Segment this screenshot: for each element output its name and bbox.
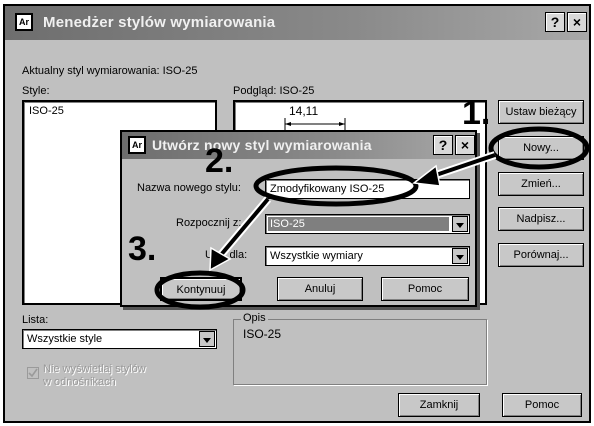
styles-label: Style:	[22, 85, 50, 97]
compare-button[interactable]: Porównaj...	[498, 243, 584, 267]
app-icon: Ar	[15, 13, 33, 31]
start-with-label: Rozpocznij z:	[176, 217, 242, 229]
dialog-help-button[interactable]: Pomoc	[381, 277, 469, 301]
modify-button[interactable]: Zmień...	[498, 172, 584, 196]
new-button[interactable]: Nowy...	[498, 136, 584, 160]
dialog-close-icon[interactable]: ×	[455, 135, 475, 155]
list-label: Lista:	[22, 314, 49, 326]
dialog-help-icon[interactable]: ?	[433, 135, 453, 155]
dialog-title: Utwórz nowy styl wymiarowania	[152, 137, 372, 153]
new-style-name-value: Zmodyfikowany ISO-25	[270, 183, 385, 195]
close-button[interactable]: Zamknij	[398, 393, 480, 417]
list-filter-combo[interactable]: Wszystkie style	[22, 329, 217, 349]
description-group-title: Opis	[241, 312, 268, 324]
dont-list-xref-label-line2: w odnośnikach	[43, 376, 116, 388]
new-style-name-input[interactable]: Zmodyfikowany ISO-25	[265, 179, 470, 199]
current-style-label: Aktualny styl wymiarowania: ISO-25	[22, 65, 198, 77]
cancel-button[interactable]: Anuluj	[277, 277, 363, 301]
start-with-combo[interactable]: ISO-25	[265, 214, 470, 234]
help-button[interactable]: Pomoc	[502, 393, 582, 417]
chevron-down-icon[interactable]	[452, 248, 468, 264]
styles-list-item[interactable]: ISO-25	[29, 105, 64, 117]
main-titlebar[interactable]: Ar Menedżer stylów wymiarowania ? ×	[5, 6, 589, 40]
chevron-down-icon[interactable]	[199, 331, 215, 347]
dont-list-xref-checkbox[interactable]	[27, 367, 39, 379]
dialog-app-icon: Ar	[128, 136, 146, 154]
use-for-value: Wszystkie wymiary	[270, 250, 363, 262]
preview-label: Podgląd: ISO-25	[233, 85, 315, 97]
override-button[interactable]: Nadpisz...	[498, 207, 584, 231]
step-2-annotation: 2.	[205, 142, 234, 180]
chevron-down-icon[interactable]	[452, 216, 468, 232]
step-3-annotation: 3.	[128, 230, 157, 268]
dialog-titlebar[interactable]: Ar Utwórz nowy styl wymiarowania ? ×	[122, 132, 475, 159]
create-new-style-dialog: Ar Utwórz nowy styl wymiarowania ? × Naz…	[120, 130, 477, 307]
dont-list-xref-label-line1: Nie wyświetlaj stylów	[43, 363, 146, 375]
set-current-button[interactable]: Ustaw bieżący	[498, 100, 584, 124]
new-style-name-label: Nazwa nowego stylu:	[137, 182, 241, 194]
main-window-title: Menedżer stylów wymiarowania	[43, 14, 276, 31]
checkmark-icon	[28, 368, 38, 378]
continue-button[interactable]: Kontynuuj	[160, 277, 242, 301]
help-icon[interactable]: ?	[545, 12, 565, 32]
start-with-value: ISO-25	[270, 218, 305, 230]
close-icon[interactable]: ×	[567, 12, 587, 32]
description-text: ISO-25	[243, 327, 282, 341]
use-for-combo[interactable]: Wszystkie wymiary	[265, 246, 470, 266]
use-for-label: Użyj dla:	[205, 249, 248, 261]
list-filter-value: Wszystkie style	[27, 333, 103, 345]
step-1-annotation: 1.	[462, 94, 491, 132]
